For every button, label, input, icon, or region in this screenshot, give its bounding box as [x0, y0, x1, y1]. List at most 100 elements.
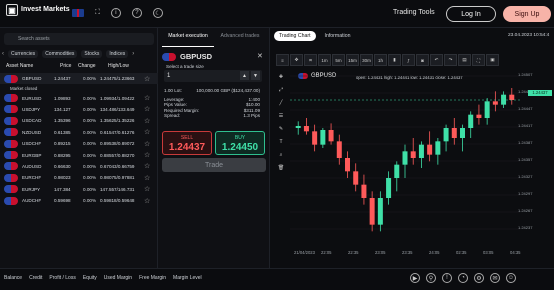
moon-icon[interactable]: ☾: [152, 8, 163, 18]
star-icon[interactable]: ☆: [144, 94, 150, 102]
tab-trading-chart[interactable]: Trading Chart: [274, 31, 316, 41]
candle-body: [427, 144, 433, 155]
star-icon[interactable]: ☆: [144, 185, 150, 193]
footer-item: Margin Level: [173, 275, 202, 281]
asset-row[interactable]: EURCHF 0.98023 0.00% 0.98075/0.97881 ☆: [0, 172, 158, 183]
timeframe-button[interactable]: 30m: [360, 54, 373, 66]
text-tool-icon[interactable]: T: [276, 137, 286, 147]
star-icon[interactable]: ☆: [144, 174, 150, 182]
lock-icon[interactable]: ⚲: [426, 273, 436, 283]
fib-tool-icon[interactable]: ☰: [276, 111, 286, 121]
trade-button[interactable]: Trade: [162, 158, 266, 172]
sell-label: SELL: [180, 135, 194, 141]
line-tool-icon[interactable]: ╱: [276, 98, 286, 108]
asset-row[interactable]: USDCAD 1.35396 0.00% 1.35625/1.35226 ☆: [0, 115, 158, 126]
candlestick-plot[interactable]: [290, 68, 520, 248]
help-icon[interactable]: ?: [131, 8, 142, 18]
brush-icon[interactable]: ✎: [276, 124, 286, 134]
asset-change: 0.00%: [83, 129, 97, 135]
tab-commodities[interactable]: Commodities: [42, 50, 78, 58]
star-icon[interactable]: ☆: [144, 151, 150, 159]
fullscreen-icon[interactable]: ⛶: [472, 54, 485, 66]
tab-information[interactable]: Information: [320, 31, 356, 41]
grid-icon[interactable]: ⌗: [304, 54, 317, 66]
signup-button[interactable]: Sign Up: [503, 6, 551, 22]
indicator-icon[interactable]: ƒ: [402, 54, 415, 66]
buy-button[interactable]: BUY 1.24450: [215, 131, 265, 155]
asset-row[interactable]: EURGBP 0.88295 0.00% 0.88557/0.88270 ☆: [0, 149, 158, 160]
chat-icon[interactable]: ✉: [490, 273, 500, 283]
user-icon[interactable]: ☺: [506, 273, 516, 283]
info-icon[interactable]: i: [110, 8, 121, 18]
cursor-icon[interactable]: ⤢: [276, 85, 286, 95]
col-change[interactable]: Change: [78, 63, 96, 69]
tab-market-execution[interactable]: Market execution: [162, 31, 214, 47]
asset-row[interactable]: USDJPY 134.127 0.00% 134.486/133.649 ☆: [0, 104, 158, 115]
logo-text: Invest Markets: [21, 6, 70, 13]
timeframe-button[interactable]: 15m: [346, 54, 359, 66]
logo[interactable]: ▣ Invest Markets: [6, 4, 70, 16]
col-high-low[interactable]: High/Low: [108, 63, 129, 69]
trading-tools-link[interactable]: Trading Tools: [393, 9, 435, 16]
star-icon[interactable]: ☆: [144, 105, 150, 113]
zoom-icon[interactable]: ⌕: [276, 150, 286, 160]
asset-price: 147.384: [54, 186, 71, 192]
template-icon[interactable]: ▤: [458, 54, 471, 66]
timeframe-button[interactable]: 1m: [318, 54, 331, 66]
asset-row[interactable]: GBPUSD 1.24437 0.00% 1.24475/1.23663 ☆: [0, 73, 158, 85]
crosshair-icon[interactable]: ✚: [276, 72, 286, 82]
timeframe-button[interactable]: 1h: [374, 54, 387, 66]
asset-row[interactable]: USDCHF 0.89215 0.00% 0.89538/0.89072 ☆: [0, 138, 158, 149]
bell-icon[interactable]: ◔: [458, 273, 468, 283]
tab-stocks[interactable]: Stocks: [81, 50, 103, 58]
chevron-left-icon[interactable]: ‹: [2, 51, 4, 57]
sell-button[interactable]: SELL 1.24437: [162, 131, 212, 155]
uk-flag-icon[interactable]: [72, 9, 84, 17]
star-icon[interactable]: ☆: [144, 117, 150, 125]
move-icon[interactable]: ✥: [290, 54, 303, 66]
col-price[interactable]: Price: [60, 63, 71, 69]
timeframe-button[interactable]: 5m: [332, 54, 345, 66]
play-icon[interactable]: ▶: [410, 273, 420, 283]
star-icon[interactable]: ☆: [144, 128, 150, 136]
star-icon[interactable]: ☆: [144, 75, 150, 83]
candle-body: [509, 94, 515, 100]
star-icon[interactable]: ☆: [144, 140, 150, 148]
alert-icon[interactable]: !: [442, 273, 452, 283]
tab-indices[interactable]: Indices: [106, 50, 129, 58]
star-icon[interactable]: ☆: [144, 197, 150, 205]
camera-icon[interactable]: ◙: [416, 54, 429, 66]
chevron-up-icon[interactable]: ▲: [240, 71, 249, 80]
buy-price: 1.24450: [221, 142, 259, 153]
asset-row[interactable]: AUDUSD 0.66630 0.00% 0.67043/0.66759 ☆: [0, 161, 158, 172]
settings-icon[interactable]: ⚙: [474, 273, 484, 283]
tab-advanced-trades[interactable]: Advanced trades: [214, 31, 266, 47]
col-asset-name[interactable]: Asset Name: [6, 63, 33, 69]
tab-currencies[interactable]: Currencies: [8, 50, 39, 58]
chevron-right-icon[interactable]: ›: [132, 51, 134, 57]
asset-row[interactable]: NZDUSD 0.61385 0.00% 0.61547/0.61276 ☆: [0, 127, 158, 138]
asset-row[interactable]: EURJPY 147.384 0.00% 147.557/146.731 ☆: [0, 184, 158, 195]
expand-icon[interactable]: ⛶: [95, 9, 100, 17]
candle-body: [377, 198, 383, 225]
candle-body: [402, 151, 408, 165]
search-input[interactable]: Search assets: [4, 33, 154, 45]
asset-symbol: EURGBP: [22, 152, 42, 158]
close-icon[interactable]: ✕: [257, 52, 263, 60]
execution-tabs: Market execution Advanced trades: [162, 31, 266, 47]
asset-row[interactable]: EURUSD 1.09893 0.00% 1.09934/1.09422 ☆: [0, 92, 158, 103]
chevron-down-icon[interactable]: ▼: [251, 71, 260, 80]
menu-icon[interactable]: ≡: [276, 54, 289, 66]
login-button[interactable]: Log In: [446, 6, 496, 22]
redo-icon[interactable]: ↷: [444, 54, 457, 66]
candle-body: [394, 164, 400, 178]
asset-row[interactable]: AUDCHF 0.59698 0.00% 0.59818/0.59648 ☆: [0, 195, 158, 206]
trade-size-label: Select a trade size: [166, 64, 204, 69]
footer-item: Equity: [82, 275, 97, 281]
undo-icon[interactable]: ↶: [430, 54, 443, 66]
save-icon[interactable]: ▣: [486, 54, 499, 66]
trash-icon[interactable]: 🗑: [276, 163, 286, 173]
star-icon[interactable]: ☆: [144, 162, 150, 170]
candle-type-icon[interactable]: ▮: [388, 54, 401, 66]
x-tick-label: 04:35: [510, 250, 521, 255]
